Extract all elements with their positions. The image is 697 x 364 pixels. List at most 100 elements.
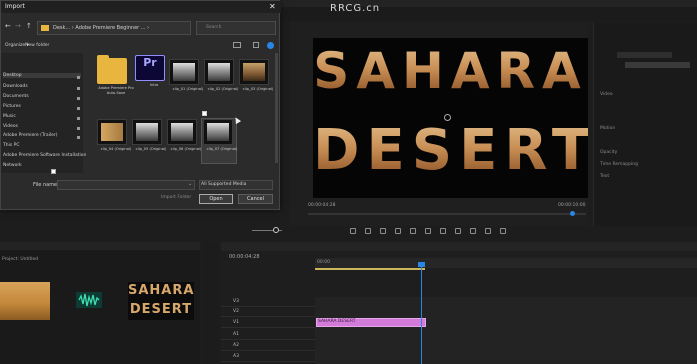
file-list-scrollbar[interactable] (275, 53, 278, 163)
close-icon[interactable]: ✕ (269, 2, 276, 11)
pin-icon (77, 87, 80, 90)
program-duration: 00:00:10:00 (558, 203, 586, 208)
pin-icon (77, 136, 80, 139)
nav-item-downloads[interactable]: Downloads (3, 84, 28, 89)
timeline-title-clip-label: SAHARA DESERT (318, 319, 356, 324)
preview-pane-icon[interactable] (253, 42, 259, 48)
timeline-timecode[interactable]: 00:00:04:28 (229, 254, 260, 260)
file-type-value: All Supported Media (201, 182, 247, 187)
add-marker-icon[interactable] (350, 228, 356, 234)
view-options-icon[interactable] (233, 42, 241, 48)
ec-row-opacity[interactable]: Opacity (600, 150, 617, 156)
nav-item-music[interactable]: Music (3, 114, 16, 119)
track-header-a1[interactable]: A1 (221, 330, 315, 340)
nav-item-premiere-trailer[interactable]: Adobe Premiere (Trailer) (3, 133, 58, 138)
image-sequence-checkbox[interactable] (51, 169, 56, 174)
import-dialog: Import ✕ ← → ↑ Desk... › Adobe Premiere … (0, 0, 281, 210)
video-thumbnail (132, 119, 162, 145)
track-header-v3[interactable]: V3 (221, 297, 315, 307)
play-icon[interactable] (425, 228, 431, 234)
back-arrow-icon[interactable]: ← (5, 23, 11, 30)
timeline-tabs[interactable] (221, 242, 697, 251)
program-timecode[interactable]: 00:00:04:28 (308, 203, 335, 209)
up-arrow-icon[interactable]: ↑ (26, 23, 32, 30)
nav-item-network[interactable]: Network (3, 163, 22, 168)
project-item-audio-thumbnail[interactable] (76, 292, 102, 308)
effect-controls-clip-bar-selected[interactable] (625, 62, 690, 68)
effect-controls-clip-bar (617, 52, 672, 58)
track-label: V2 (233, 309, 239, 314)
project-tab-label[interactable]: Project: Untitled (2, 257, 38, 263)
project-item-title-thumbnail[interactable]: SAHARA DESERT (128, 282, 194, 320)
extract-icon[interactable] (485, 228, 491, 234)
premiere-project-icon: Pr (135, 55, 165, 81)
program-scrubber[interactable] (308, 213, 586, 215)
program-playhead[interactable] (570, 211, 575, 216)
nav-item-pictures[interactable]: Pictures (3, 104, 21, 109)
new-folder-button[interactable]: New folder (25, 43, 49, 49)
folder-icon (97, 55, 127, 84)
timeline-ruler[interactable] (315, 258, 697, 268)
zoom-slider-handle[interactable] (273, 227, 279, 233)
track-header-v1[interactable]: V1 (221, 318, 315, 328)
track-label: A1 (233, 332, 239, 337)
file-name: clip_06 (Original) (170, 147, 202, 151)
export-frame-icon[interactable] (500, 228, 506, 234)
select-checkbox[interactable] (202, 111, 207, 116)
nav-item-videos[interactable]: Videos (3, 124, 18, 129)
track-area[interactable] (315, 297, 697, 364)
mark-out-icon[interactable] (380, 228, 386, 234)
file-name: clip_07 (Original) (206, 147, 238, 151)
pin-icon (77, 107, 80, 110)
open-button[interactable]: Open (199, 194, 233, 204)
chevron-down-icon[interactable]: ⌄ (188, 181, 192, 187)
cancel-button[interactable]: Cancel (238, 194, 273, 204)
nav-item-documents[interactable]: Documents (3, 94, 29, 99)
project-tabs[interactable] (0, 242, 200, 250)
project-item-video-thumbnail[interactable] (0, 282, 50, 320)
pin-icon (77, 76, 80, 79)
ec-row-time-remapping[interactable]: Time Remapping (600, 162, 638, 168)
video-thumbnail (204, 59, 234, 85)
track-header-a3[interactable]: A3 (221, 352, 315, 362)
nav-item-desktop[interactable]: Desktop (3, 73, 81, 78)
video-thumbnail (203, 119, 233, 145)
step-forward-icon[interactable] (440, 228, 446, 234)
pin-icon (77, 97, 80, 100)
work-area-bar[interactable] (315, 268, 425, 270)
ruler-start-label: 00:00 (317, 260, 330, 265)
go-to-out-icon[interactable] (455, 228, 461, 234)
timeline-playhead-line (421, 262, 422, 364)
help-icon[interactable] (267, 42, 274, 49)
track-label: V1 (233, 320, 239, 325)
mark-in-icon[interactable] (365, 228, 371, 234)
search-placeholder: Search (206, 25, 222, 30)
lift-icon[interactable] (470, 228, 476, 234)
track-header-v2[interactable]: V2 (221, 307, 315, 317)
video-thumbnail (169, 59, 199, 85)
anchor-point-icon[interactable] (444, 114, 451, 121)
ec-row-text[interactable]: Text (600, 174, 609, 180)
pin-icon (77, 127, 80, 130)
timeline-playhead[interactable] (418, 262, 425, 267)
thumb-title-line1: SAHARA (128, 283, 195, 298)
transport-controls (350, 226, 570, 236)
nav-item-premiere-install[interactable]: Adobe Premiere Software Installation (3, 153, 86, 158)
video-thumbnail (239, 59, 269, 85)
watermark-text: RRCG.cn (330, 3, 381, 14)
thumb-title-line2: DESERT (129, 302, 193, 317)
track-header-a2[interactable]: A2 (221, 341, 315, 351)
nav-item-this-pc[interactable]: This PC (3, 143, 19, 148)
ec-row-motion[interactable]: Motion (600, 126, 615, 132)
go-to-in-icon[interactable] (395, 228, 401, 234)
forward-arrow-icon[interactable]: → (15, 23, 21, 30)
file-name: Adobe Premiere Pro Auto-Save (98, 86, 134, 95)
address-text[interactable]: Desk... › Adobe Premiere Beginner ... › (53, 25, 149, 31)
track-label: A3 (233, 354, 239, 359)
file-name-input[interactable] (57, 180, 195, 190)
waveform-icon (78, 293, 100, 307)
dialog-titlebar[interactable] (1, 1, 281, 13)
video-thumbnail (167, 119, 197, 145)
step-back-icon[interactable] (410, 228, 416, 234)
import-folder-button[interactable]: Import Folder (161, 195, 191, 201)
